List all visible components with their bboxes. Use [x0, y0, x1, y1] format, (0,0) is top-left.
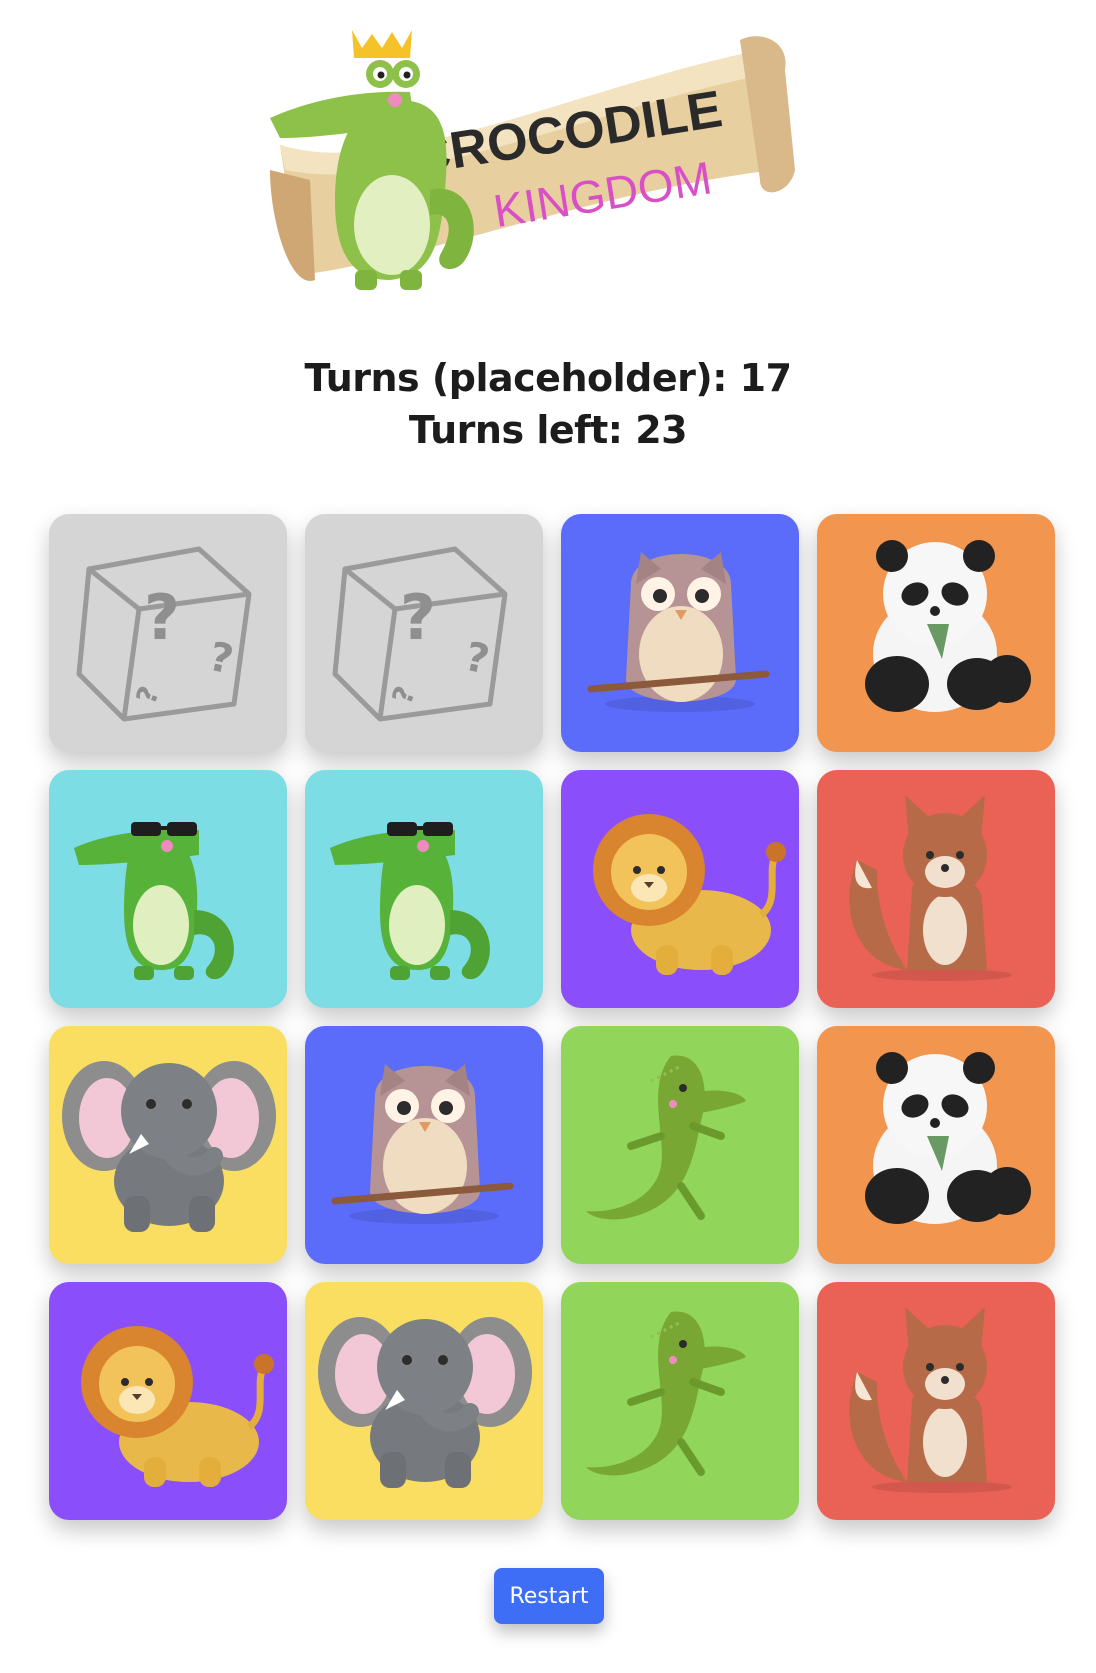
- question-dice-icon: ? ? ?: [76, 546, 252, 722]
- question-dice-icon: ? ? ?: [332, 546, 508, 722]
- card-lizard[interactable]: [561, 1026, 799, 1264]
- panda-icon: [865, 1052, 1031, 1224]
- fox-icon: [849, 1307, 1012, 1493]
- card-lizard[interactable]: [561, 1282, 799, 1520]
- owl-icon: [331, 1064, 514, 1224]
- card-fox[interactable]: [817, 1282, 1055, 1520]
- card-crocodile[interactable]: [305, 770, 543, 1008]
- turns-left-counter: Turns left: 23: [408, 408, 688, 452]
- card-panda[interactable]: [817, 1026, 1055, 1264]
- card-elephant[interactable]: [305, 1282, 543, 1520]
- lizard-icon: [586, 1055, 746, 1220]
- turn-counters: Turns (placeholder): 17 Turns left: 23: [0, 352, 1096, 456]
- svg-text:?: ?: [400, 581, 436, 654]
- card-crocodile[interactable]: [49, 770, 287, 1008]
- turns-counter: Turns (placeholder): 17: [304, 356, 792, 400]
- panda-icon: [865, 540, 1031, 712]
- elephant-icon: [62, 1061, 276, 1232]
- card-lion[interactable]: [561, 770, 799, 1008]
- svg-text:?: ?: [461, 634, 493, 684]
- card-owl[interactable]: [305, 1026, 543, 1264]
- svg-text:?: ?: [205, 634, 237, 684]
- svg-text:?: ?: [386, 682, 423, 709]
- card-fox[interactable]: [817, 770, 1055, 1008]
- card-grid: ? ? ? ? ? ?: [49, 514, 1055, 1520]
- card-panda[interactable]: [817, 514, 1055, 752]
- svg-text:?: ?: [144, 581, 180, 654]
- crocodile-kingdom-logo: CROCODILE KINGDOM: [270, 30, 840, 320]
- owl-icon: [587, 552, 770, 712]
- card-elephant[interactable]: [49, 1026, 287, 1264]
- lion-icon: [81, 1326, 274, 1487]
- elephant-icon: [318, 1317, 532, 1488]
- crocodile-icon: [330, 822, 490, 980]
- svg-text:?: ?: [130, 682, 167, 709]
- restart-button[interactable]: Restart: [494, 1568, 604, 1624]
- card-owl[interactable]: [561, 514, 799, 752]
- card-hidden[interactable]: ? ? ?: [49, 514, 287, 752]
- lion-icon: [593, 814, 786, 975]
- crocodile-icon: [74, 822, 234, 980]
- card-hidden[interactable]: ? ? ?: [305, 514, 543, 752]
- lizard-icon: [586, 1311, 746, 1476]
- card-lion[interactable]: [49, 1282, 287, 1520]
- fox-icon: [849, 795, 1012, 981]
